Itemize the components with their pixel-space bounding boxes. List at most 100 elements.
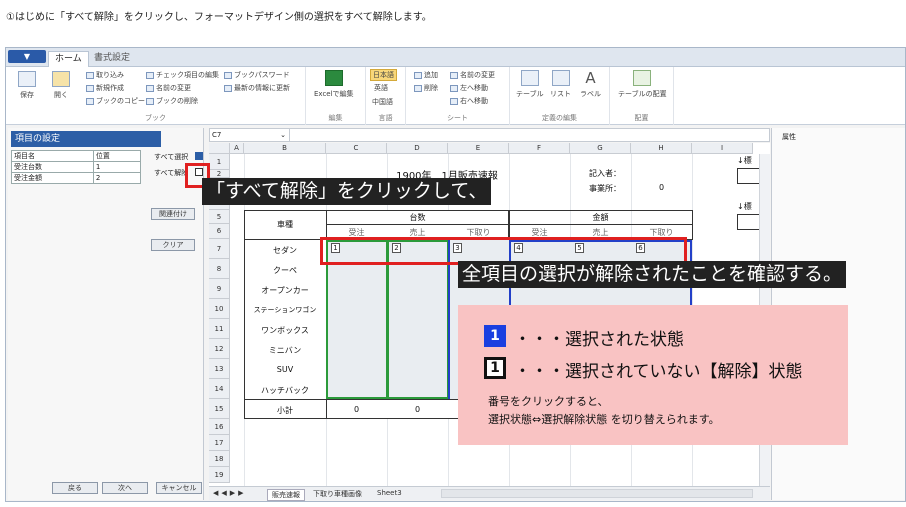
amount-header: 金額 xyxy=(592,213,609,222)
link-button[interactable]: 関連付け xyxy=(151,208,195,220)
label-icon: A xyxy=(585,69,596,87)
row-header[interactable]: 19 xyxy=(209,467,230,483)
row-header[interactable]: 10 xyxy=(209,299,230,319)
row-header[interactable]: 13 xyxy=(209,359,230,379)
open-button[interactable]: 開く xyxy=(52,71,70,100)
recorder-label: 記入者： xyxy=(589,169,621,178)
copy-book-button[interactable]: ブックのコピー xyxy=(86,96,145,106)
cancel-button[interactable]: キャンセル xyxy=(156,482,202,494)
panel-title: 項目の設定 xyxy=(11,131,161,147)
select-all-checkbox[interactable] xyxy=(195,152,203,160)
units-header: 台数 xyxy=(409,213,426,222)
row-header[interactable]: 7 xyxy=(209,239,230,259)
table-button[interactable]: テーブル xyxy=(516,70,544,99)
group-label-layout: 配置 xyxy=(634,114,649,122)
row-header[interactable]: 16 xyxy=(209,419,230,435)
column-header[interactable]: E xyxy=(448,143,509,154)
save-button[interactable]: 保存 xyxy=(18,71,36,100)
horizontal-scrollbar[interactable] xyxy=(441,489,753,498)
row-header[interactable]: 14 xyxy=(209,379,230,399)
check-icon xyxy=(146,71,154,79)
group-label-language: 言語 xyxy=(378,114,393,122)
row-header[interactable]: 2 xyxy=(209,170,230,178)
move-right-button[interactable]: 右へ移動 xyxy=(450,96,488,106)
note-line-1: 番号をクリックすると、 xyxy=(488,395,609,408)
column-header[interactable]: I xyxy=(692,143,753,154)
delete-book-button[interactable]: ブックの削除 xyxy=(146,96,198,106)
row-header[interactable]: 1 xyxy=(209,154,230,170)
add-icon xyxy=(414,71,422,79)
chevron-down-icon[interactable]: ⌄ xyxy=(280,129,286,141)
new-button[interactable]: 新規作成 xyxy=(86,83,124,93)
check-edit-button[interactable]: チェック項目の編集 xyxy=(146,70,219,80)
lang-japanese-button[interactable]: 日本語 xyxy=(370,69,397,81)
rename-button[interactable]: 名前の変更 xyxy=(146,83,191,93)
column-header[interactable]: H xyxy=(631,143,692,154)
next-button[interactable]: 次へ xyxy=(102,482,148,494)
row-header[interactable]: 18 xyxy=(209,451,230,467)
tab-format[interactable]: 書式設定 xyxy=(88,51,136,67)
car-label: ステーションワゴン xyxy=(253,306,317,314)
sheet-rename-button[interactable]: 名前の変更 xyxy=(450,70,495,80)
excel-edit-button[interactable]: Excelで編集 xyxy=(314,70,354,99)
table-row[interactable]: 受注金額 2 xyxy=(11,172,142,184)
row-header[interactable]: 6 xyxy=(209,224,230,239)
label-button[interactable]: A ラベル xyxy=(580,70,601,99)
sheet-delete-button[interactable]: 削除 xyxy=(414,83,438,93)
instruction-text: ①はじめに「すべて解除」をクリックし、フォーマットデザイン側の選択をすべて解除し… xyxy=(6,12,432,23)
table-row[interactable]: 受注台数 1 xyxy=(11,161,142,173)
copy-icon xyxy=(86,97,94,105)
car-label: SUV xyxy=(276,365,294,374)
group-book: 保存 開く 取り込み 新規作成 ブックのコピー チェック項目の編集 名前の変更 … xyxy=(6,67,306,125)
column-header[interactable]: F xyxy=(509,143,570,154)
corner-cell[interactable] xyxy=(209,143,230,154)
file-menu-button[interactable]: ▼ xyxy=(8,50,46,63)
lang-english-button[interactable]: 英語 xyxy=(374,83,388,93)
back-button[interactable]: 戻る xyxy=(52,482,98,494)
excel-icon xyxy=(324,70,343,86)
sheet-tab[interactable]: Sheet3 xyxy=(377,489,402,497)
column-header[interactable]: A xyxy=(230,143,244,154)
column-header: 位置 xyxy=(92,150,142,162)
table-icon xyxy=(520,70,539,86)
import-button[interactable]: 取り込み xyxy=(86,70,124,80)
row-header[interactable]: 5 xyxy=(209,210,230,224)
sheet-tab[interactable]: 販売速報 xyxy=(267,489,305,501)
column-header[interactable]: B xyxy=(244,143,326,154)
row-header[interactable]: 17 xyxy=(209,435,230,451)
sheet-add-button[interactable]: 追加 xyxy=(414,70,438,80)
row-header[interactable]: 11 xyxy=(209,319,230,339)
book-password-button[interactable]: ブックパスワード xyxy=(224,70,290,80)
row-header[interactable]: 15 xyxy=(209,399,230,419)
item-table: 項目名 位置 受注台数 1 受注金額 2 xyxy=(11,150,142,184)
tab-home[interactable]: ホーム xyxy=(48,51,89,67)
sheet-tab[interactable]: 下取り車種画像 xyxy=(313,489,362,499)
car-label: ミニバン xyxy=(268,346,302,355)
group-label-book: ブック xyxy=(145,114,166,122)
move-left-button[interactable]: 左へ移動 xyxy=(450,83,488,93)
lock-icon xyxy=(224,71,232,79)
clear-button[interactable]: クリア xyxy=(151,239,195,251)
import-icon xyxy=(86,71,94,79)
group-label-edit: 編集 xyxy=(328,114,343,122)
rename-icon xyxy=(450,71,458,79)
group-label-definition: 定義の編集 xyxy=(542,114,577,122)
row-header[interactable]: 9 xyxy=(209,279,230,299)
list-button[interactable]: リスト xyxy=(550,70,571,99)
table-layout-button[interactable]: テーブルの配置 xyxy=(618,70,667,99)
refresh-button[interactable]: 最新の情報に更新 xyxy=(224,83,290,93)
list-icon xyxy=(551,70,570,86)
folder-icon xyxy=(52,71,70,87)
row-header[interactable]: 12 xyxy=(209,339,230,359)
properties-title: 属性 xyxy=(782,133,796,141)
cell-reference-box[interactable]: C7 ⌄ xyxy=(210,129,290,141)
item-settings-panel: 項目の設定 項目名 位置 受注台数 1 受注金額 2 すべて選択 すべて解除 関連付け… xyxy=(8,128,204,500)
column-header[interactable]: C xyxy=(326,143,387,154)
lang-chinese-button[interactable]: 中国語 xyxy=(372,97,393,107)
group-definition: テーブル リスト A ラベル 定義の編集 xyxy=(510,67,610,125)
column-header[interactable]: G xyxy=(570,143,631,154)
sheet-nav-arrows[interactable]: ◀◀▶▶ xyxy=(213,489,247,497)
group-layout: テーブルの配置 配置 xyxy=(610,67,674,125)
row-header[interactable]: 8 xyxy=(209,259,230,279)
column-header[interactable]: D xyxy=(387,143,448,154)
